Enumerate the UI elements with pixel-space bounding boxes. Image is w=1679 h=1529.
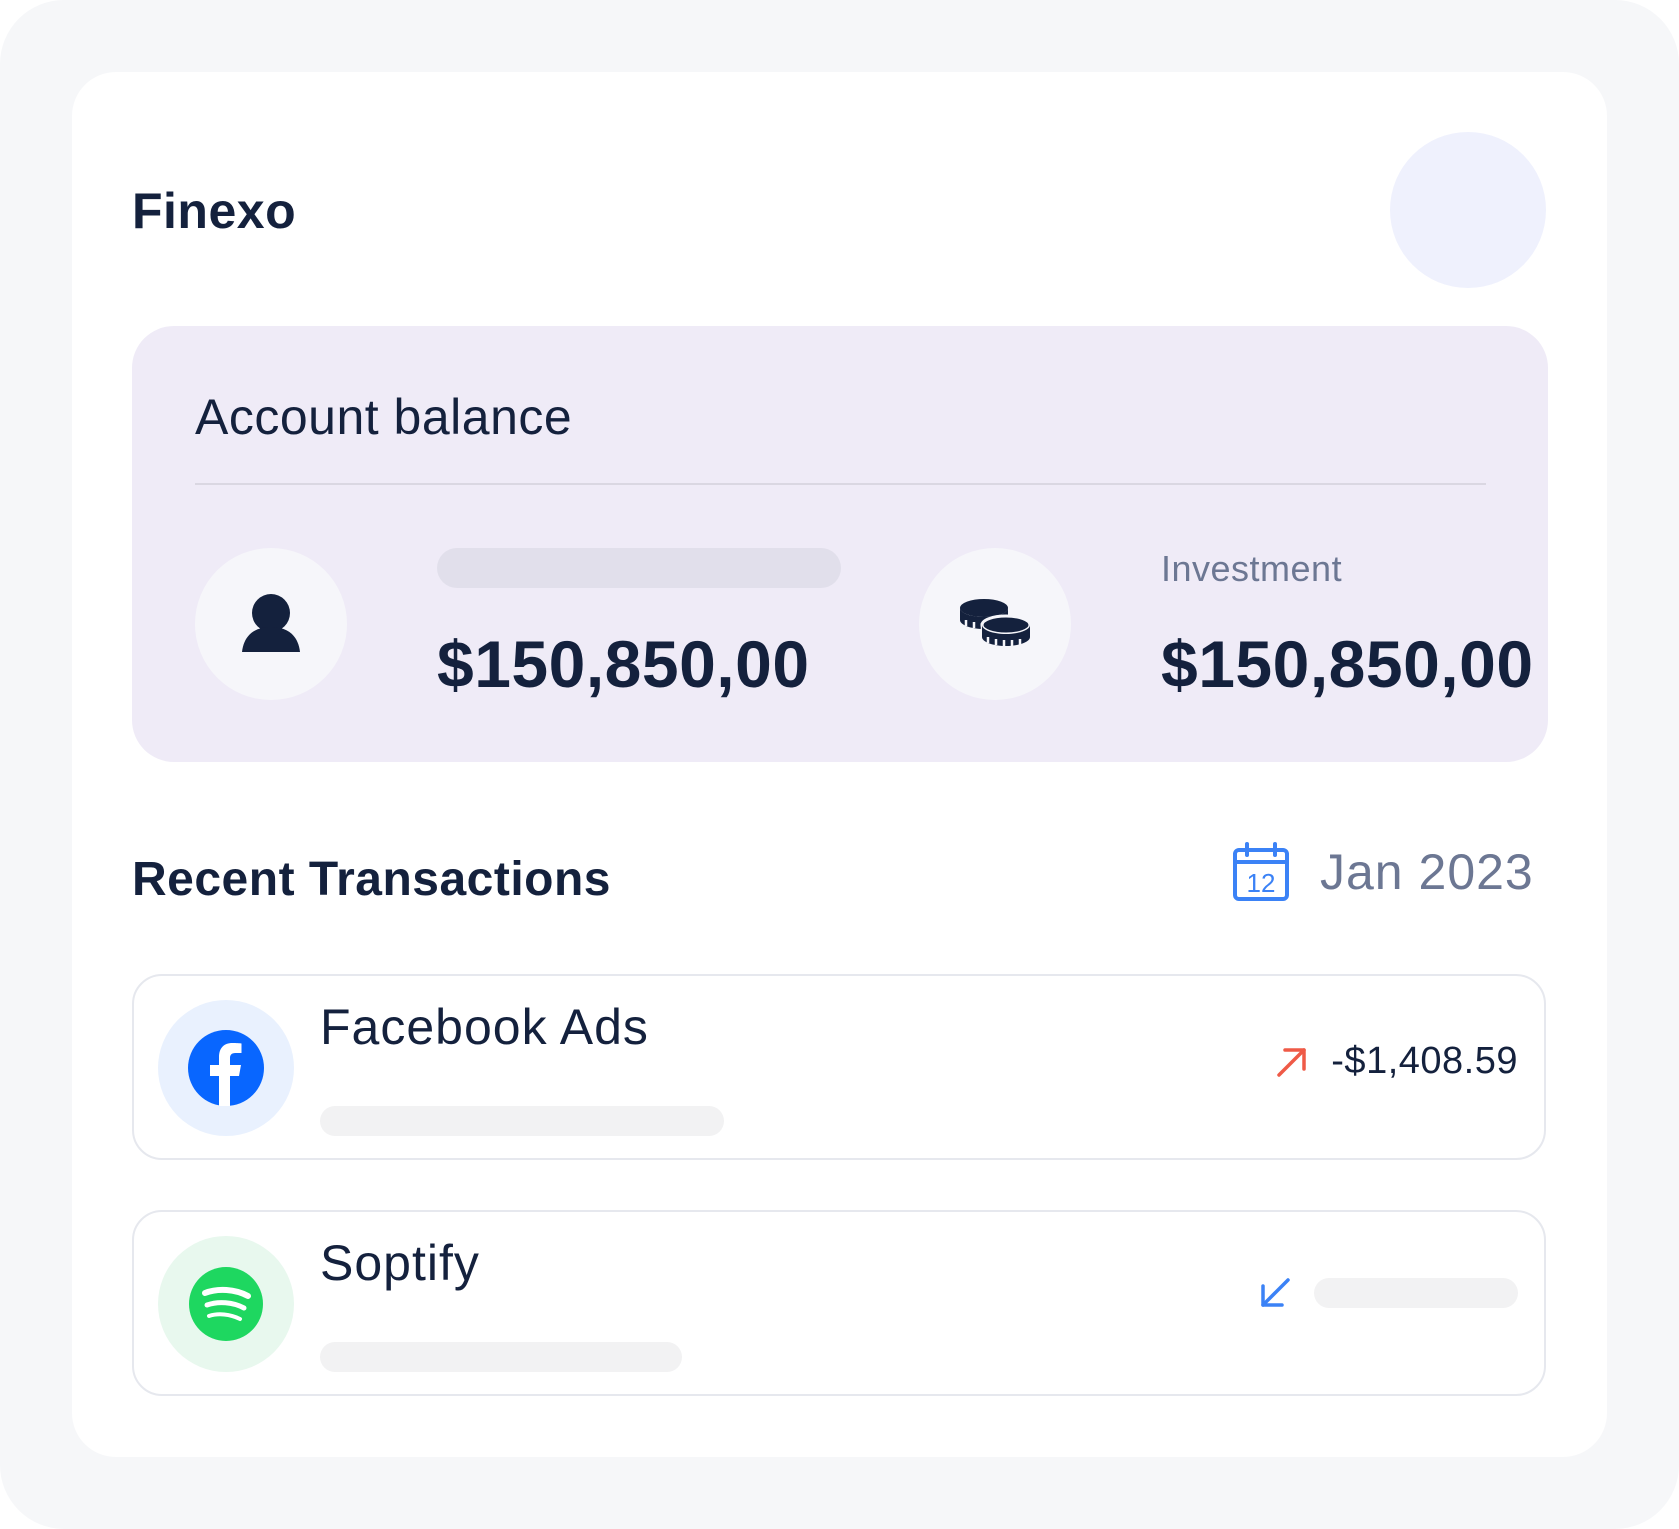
spotify-logo-wrap [158,1236,294,1372]
transaction-detail-placeholder [320,1342,682,1372]
transaction-amount-group [1258,1276,1518,1310]
calendar-day: 12 [1247,868,1276,898]
dashboard-card: Finexo Account balance $150,850,00 Inves… [72,72,1607,1457]
brand-title: Finexo [132,183,297,239]
investment-label: Investment [1161,548,1343,589]
transaction-row[interactable]: Facebook Ads -$1,408.59 [132,974,1546,1160]
date-picker[interactable]: 12 Jan 2023 [1232,842,1534,902]
calendar-icon: 12 [1233,842,1289,901]
selected-date: Jan 2023 [1320,844,1534,900]
coins-icon [960,599,1032,646]
account-balance-title: Account balance [195,389,573,445]
transaction-amount-group: -$1,408.59 [1275,1040,1518,1083]
transaction-name: Facebook Ads [320,999,649,1055]
recent-transactions-title: Recent Transactions [132,853,611,906]
investment-icon-wrap [919,548,1071,700]
transaction-detail-placeholder [320,1106,724,1136]
facebook-icon [188,1030,264,1106]
app-background: Finexo Account balance $150,850,00 Inves… [0,0,1679,1529]
personal-label-placeholder [437,548,841,588]
transaction-name: Soptify [320,1235,480,1291]
transaction-amount: -$1,408.59 [1331,1040,1518,1082]
personal-account-icon-wrap [195,548,347,700]
investment-balance-amount: $150,850,00 [1161,627,1534,701]
transaction-amount-placeholder [1314,1278,1518,1308]
spotify-icon [189,1267,263,1341]
divider [195,483,1486,485]
personal-balance-amount: $150,850,00 [437,627,810,701]
account-balance-panel: Account balance $150,850,00 Investment $… [132,326,1548,762]
avatar[interactable] [1390,132,1546,288]
transaction-row[interactable]: Soptify [132,1210,1546,1396]
facebook-logo-wrap [158,1000,294,1136]
arrow-down-left-icon [1261,1278,1290,1307]
arrow-up-right-icon [1277,1047,1307,1077]
user-icon [242,594,300,652]
